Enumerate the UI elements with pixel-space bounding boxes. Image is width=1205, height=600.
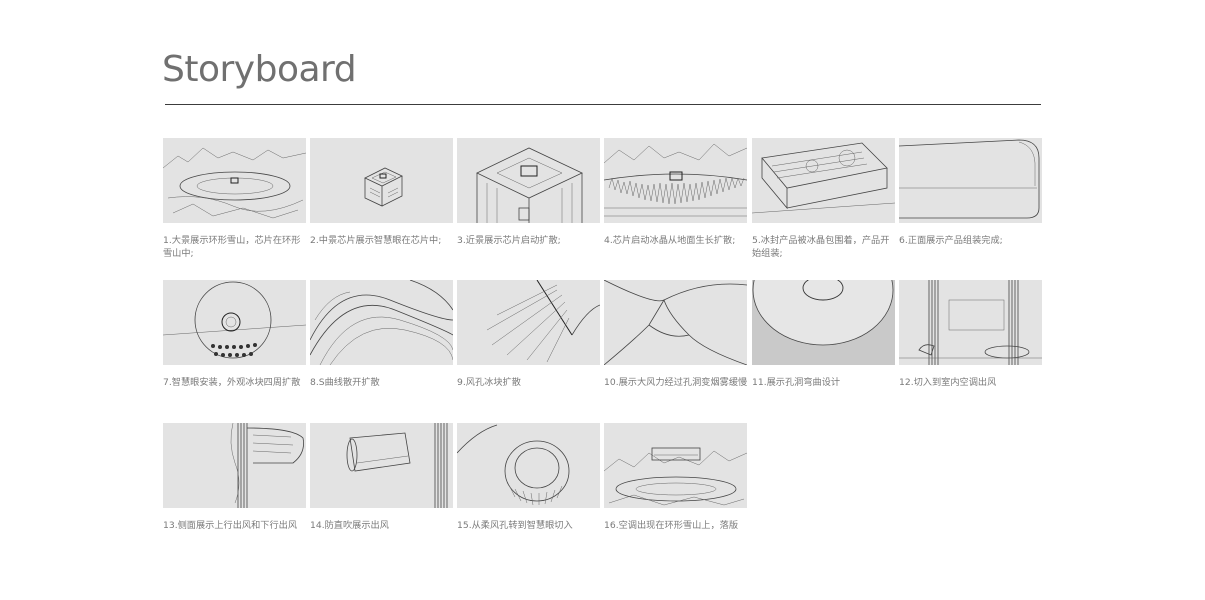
- frame-9-caption: 9.风孔冰块扩散: [457, 377, 521, 388]
- frame-8-caption: 8.S曲线散开扩散: [310, 377, 380, 388]
- frame-7-sketch: [163, 280, 306, 365]
- storyboard-frame-16: 16.空调出现在环形雪山上，落版: [604, 423, 747, 532]
- storyboard-frame-3: 3.近景展示芯片启动扩散;: [457, 138, 600, 247]
- frame-15-sketch: [457, 423, 600, 508]
- storyboard-frame-10: 10.展示大风力经过孔洞变烟雾缓慢: [604, 280, 747, 389]
- frame-16-sketch: [604, 423, 747, 508]
- frame-8-sketch: [310, 280, 453, 365]
- frame-11-caption: 11.展示孔洞弯曲设计: [752, 377, 841, 388]
- storyboard-frame-4: 4.芯片启动冰晶从地面生长扩散;: [604, 138, 747, 247]
- storyboard-page: Storyboard 1.大景展示环形雪山，芯片在环形雪山中; 2.中景芯片展示…: [0, 0, 1205, 600]
- frame-9-sketch: [457, 280, 600, 365]
- storyboard-frame-7: 7.智慧眼安装，外观冰块四周扩散: [163, 280, 306, 389]
- frame-5-caption: 5.冰封产品被冰晶包围着，产品开始组装;: [752, 235, 890, 259]
- frame-13-sketch: [163, 423, 306, 508]
- storyboard-frame-5: 5.冰封产品被冰晶包围着，产品开始组装;: [752, 138, 895, 260]
- frame-13-caption: 13.侧面展示上行出风和下行出风: [163, 520, 298, 531]
- frame-4-caption: 4.芯片启动冰晶从地面生长扩散;: [604, 235, 736, 246]
- frame-1-caption: 1.大景展示环形雪山，芯片在环形雪山中;: [163, 235, 301, 259]
- frame-10-caption: 10.展示大风力经过孔洞变烟雾缓慢: [604, 377, 748, 388]
- frame-4-sketch: [604, 138, 747, 223]
- storyboard-frame-2: 2.中景芯片展示智慧眼在芯片中;: [310, 138, 453, 247]
- storyboard-frame-11: 11.展示孔洞弯曲设计: [752, 280, 895, 389]
- title-divider: [165, 104, 1041, 105]
- frame-5-sketch: [752, 138, 895, 223]
- frame-11-sketch: [752, 280, 895, 365]
- storyboard-frame-1: 1.大景展示环形雪山，芯片在环形雪山中;: [163, 138, 306, 260]
- frame-2-caption: 2.中景芯片展示智慧眼在芯片中;: [310, 235, 442, 246]
- frame-6-caption: 6.正面展示产品组装完成;: [899, 235, 1003, 246]
- frame-12-caption: 12.切入到室内空调出风: [899, 377, 997, 388]
- frame-14-caption: 14.防直吹展示出风: [310, 520, 389, 531]
- frame-7-caption: 7.智慧眼安装，外观冰块四周扩散: [163, 377, 301, 388]
- storyboard-frame-8: 8.S曲线散开扩散: [310, 280, 453, 389]
- frame-10-sketch: [604, 280, 747, 365]
- frame-2-sketch: [310, 138, 453, 223]
- storyboard-frame-13: 13.侧面展示上行出风和下行出风: [163, 423, 306, 532]
- frame-16-caption: 16.空调出现在环形雪山上，落版: [604, 520, 739, 531]
- storyboard-frame-15: 15.从柔风孔转到智慧眼切入: [457, 423, 600, 532]
- frame-1-sketch: [163, 138, 306, 223]
- frame-6-sketch: [899, 138, 1042, 223]
- storyboard-frame-12: 12.切入到室内空调出风: [899, 280, 1042, 389]
- frame-3-sketch: [457, 138, 600, 223]
- storyboard-frame-6: 6.正面展示产品组装完成;: [899, 138, 1042, 247]
- frame-3-caption: 3.近景展示芯片启动扩散;: [457, 235, 561, 246]
- page-title: Storyboard: [162, 49, 357, 90]
- storyboard-frame-14: 14.防直吹展示出风: [310, 423, 453, 532]
- frame-15-caption: 15.从柔风孔转到智慧眼切入: [457, 520, 573, 531]
- storyboard-frame-9: 9.风孔冰块扩散: [457, 280, 600, 389]
- frame-14-sketch: [310, 423, 453, 508]
- frame-12-sketch: [899, 280, 1042, 365]
